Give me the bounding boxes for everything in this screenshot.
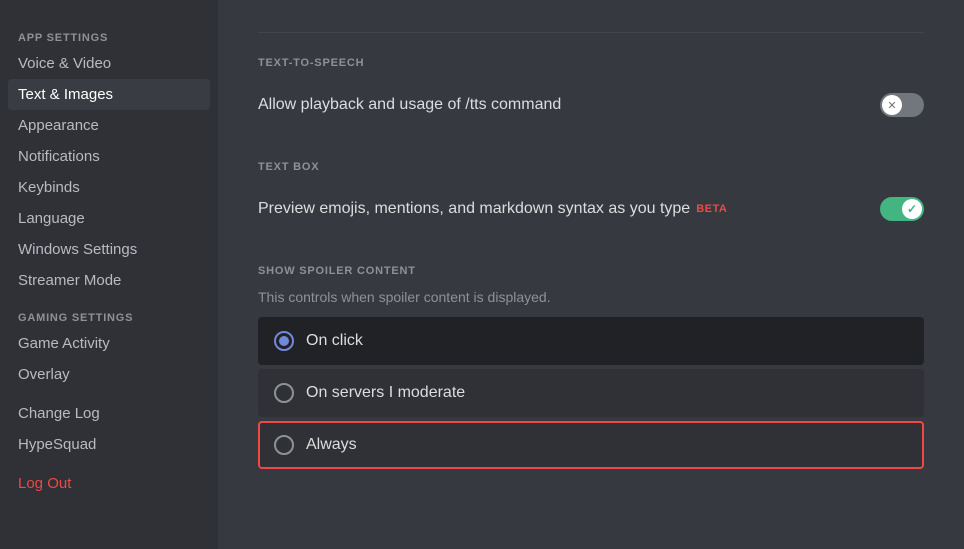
sidebar-item-label: Streamer Mode [18,272,121,289]
sidebar-item-keybinds[interactable]: Keybinds [8,172,210,203]
radio-circle-always [274,435,294,455]
spoiler-option-on-click[interactable]: On click [258,317,924,365]
textbox-section: TEXT BOX Preview emojis, mentions, and m… [258,161,924,233]
sidebar-item-label: Overlay [18,366,70,383]
beta-badge: BETA [696,203,727,215]
sidebar-item-label: Windows Settings [18,241,137,258]
tts-setting-row: Allow playback and usage of /tts command [258,81,924,129]
sidebar-item-hypesquad[interactable]: HypeSquad [8,429,210,460]
gaming-settings-label: GAMING SETTINGS [8,304,210,328]
radio-circle-on-servers [274,383,294,403]
sidebar-item-appearance[interactable]: Appearance [8,110,210,141]
spoiler-section: SHOW SPOILER CONTENT This controls when … [258,265,924,469]
sidebar-item-text-images[interactable]: Text & Images [8,79,210,110]
tts-toggle[interactable] [880,93,924,117]
sidebar-item-label: Notifications [18,148,100,165]
spoiler-option-always[interactable]: Always [258,421,924,469]
sidebar-item-logout[interactable]: Log Out [8,468,210,499]
sidebar-item-label: Appearance [18,117,99,134]
app-settings-label: APP SETTINGS [8,24,210,48]
textbox-section-label: TEXT BOX [258,161,924,173]
tts-toggle-knob [882,95,902,115]
sidebar-item-change-log[interactable]: Change Log [8,398,210,429]
spoiler-description: This controls when spoiler content is di… [258,289,924,305]
sidebar-item-label: Language [18,210,85,227]
sidebar-item-windows-settings[interactable]: Windows Settings [8,234,210,265]
tts-setting-text: Allow playback and usage of /tts command [258,96,561,114]
spoiler-section-label: SHOW SPOILER CONTENT [258,265,924,277]
spoiler-option-on-servers[interactable]: On servers I moderate [258,369,924,417]
logout-label: Log Out [18,475,71,492]
sidebar-item-label: Text & Images [18,86,113,103]
sidebar-item-label: Game Activity [18,335,110,352]
spoiler-option-on-servers-label: On servers I moderate [306,384,465,402]
spoiler-option-always-label: Always [306,436,357,454]
textbox-setting-text: Preview emojis, mentions, and markdown s… [258,200,727,218]
sidebar-item-notifications[interactable]: Notifications [8,141,210,172]
top-divider [258,32,924,33]
sidebar-item-language[interactable]: Language [8,203,210,234]
radio-circle-on-click [274,331,294,351]
sidebar-item-label: HypeSquad [18,436,96,453]
spoiler-option-on-click-label: On click [306,332,363,350]
sidebar-item-game-activity[interactable]: Game Activity [8,328,210,359]
sidebar-item-label: Voice & Video [18,55,111,72]
tts-section-label: TEXT-TO-SPEECH [258,57,924,69]
tts-section: TEXT-TO-SPEECH Allow playback and usage … [258,57,924,129]
sidebar: APP SETTINGS Voice & Video Text & Images… [0,0,218,549]
sidebar-item-label: Keybinds [18,179,80,196]
sidebar-item-voice-video[interactable]: Voice & Video [8,48,210,79]
textbox-setting-row: Preview emojis, mentions, and markdown s… [258,185,924,233]
sidebar-item-label: Change Log [18,405,100,422]
textbox-toggle[interactable] [880,197,924,221]
sidebar-item-overlay[interactable]: Overlay [8,359,210,390]
main-content: TEXT-TO-SPEECH Allow playback and usage … [218,0,964,549]
textbox-toggle-knob [902,199,922,219]
sidebar-item-streamer-mode[interactable]: Streamer Mode [8,265,210,296]
